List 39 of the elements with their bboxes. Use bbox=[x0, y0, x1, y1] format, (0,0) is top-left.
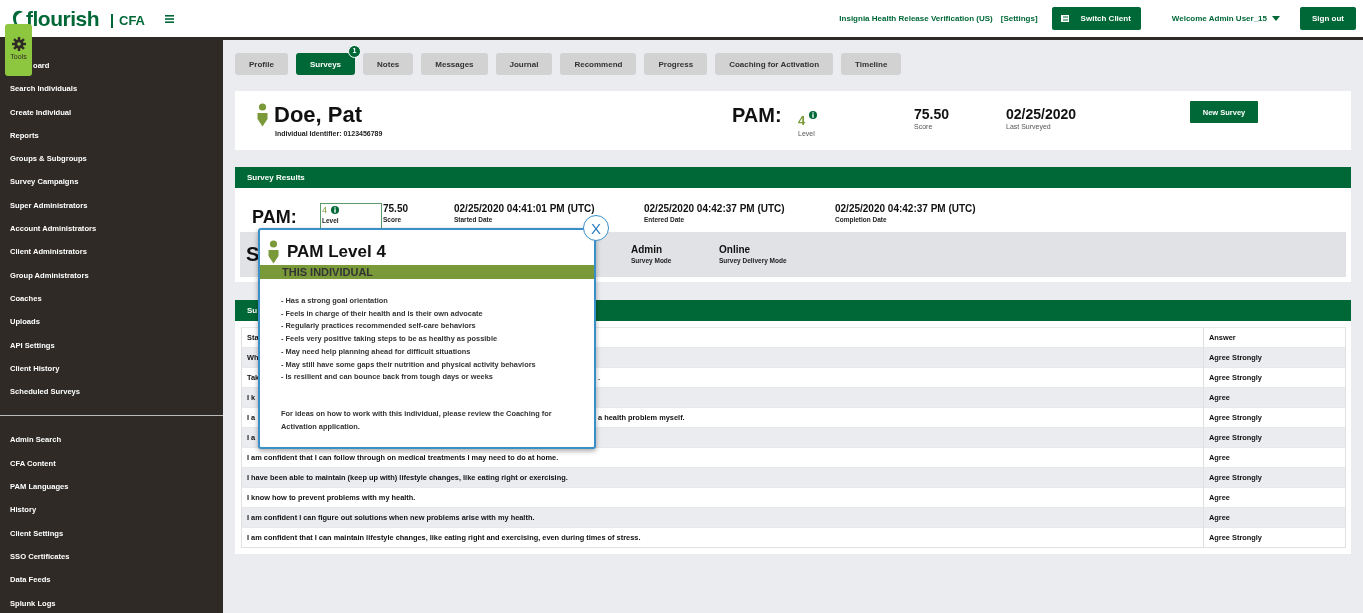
section-title: S bbox=[246, 243, 260, 266]
pam-label: PAM: bbox=[732, 103, 783, 127]
settings-link[interactable]: [Settings] bbox=[1000, 14, 1038, 23]
settings-icon bbox=[11, 37, 26, 51]
tab[interactable]: Coaching for Activation bbox=[715, 53, 834, 75]
person-icon bbox=[268, 240, 279, 264]
score-value: 75.50 bbox=[914, 107, 951, 122]
result-value: 75.50 bbox=[383, 203, 410, 215]
tab[interactable]: Surveys bbox=[295, 53, 356, 75]
tab[interactable]: Messages bbox=[421, 53, 488, 75]
list-icon bbox=[1060, 15, 1069, 22]
result-value: 02/25/2020 04:42:37 PM (UTC) bbox=[835, 203, 977, 215]
pam-level-value: 4 bbox=[322, 204, 327, 215]
pam-label: PAM: bbox=[252, 206, 298, 229]
popup-title: PAM Level 4 bbox=[287, 242, 386, 262]
individual-name: Doe, Pat bbox=[274, 102, 363, 128]
product-name: CFA bbox=[111, 13, 145, 28]
pam-level-value: 4 bbox=[798, 113, 806, 128]
switch-client-button[interactable]: Switch Client bbox=[1051, 7, 1141, 30]
section-header: Survey Results bbox=[235, 167, 1351, 188]
organization-name: Insignia Health Release Verification (US) bbox=[839, 14, 993, 23]
welcome-user-menu[interactable]: Welcome Admin User_15 bbox=[1171, 14, 1267, 23]
sign-out-button[interactable]: Sign out bbox=[1300, 7, 1356, 30]
mode-value: Online bbox=[719, 243, 752, 256]
tab[interactable]: Profile bbox=[235, 53, 288, 75]
result-value: 02/25/2020 04:42:37 PM (UTC) bbox=[644, 203, 786, 215]
tab[interactable]: Timeline bbox=[841, 53, 902, 75]
info-icon bbox=[331, 205, 339, 214]
tab[interactable]: Journal bbox=[495, 53, 553, 75]
tab[interactable]: Notes bbox=[363, 53, 414, 75]
last-surveyed-date: 02/25/2020 bbox=[1006, 107, 1078, 122]
result-value: 02/25/2020 04:41:01 PM (UTC) bbox=[454, 203, 596, 215]
menu-icon[interactable] bbox=[165, 14, 174, 23]
mode-value: Admin bbox=[631, 243, 664, 256]
caret-icon[interactable] bbox=[1272, 16, 1280, 21]
person-icon bbox=[257, 103, 268, 127]
info-icon bbox=[809, 111, 818, 119]
tab[interactable]: Recommend bbox=[560, 53, 637, 75]
tab[interactable]: Progress bbox=[644, 53, 708, 75]
